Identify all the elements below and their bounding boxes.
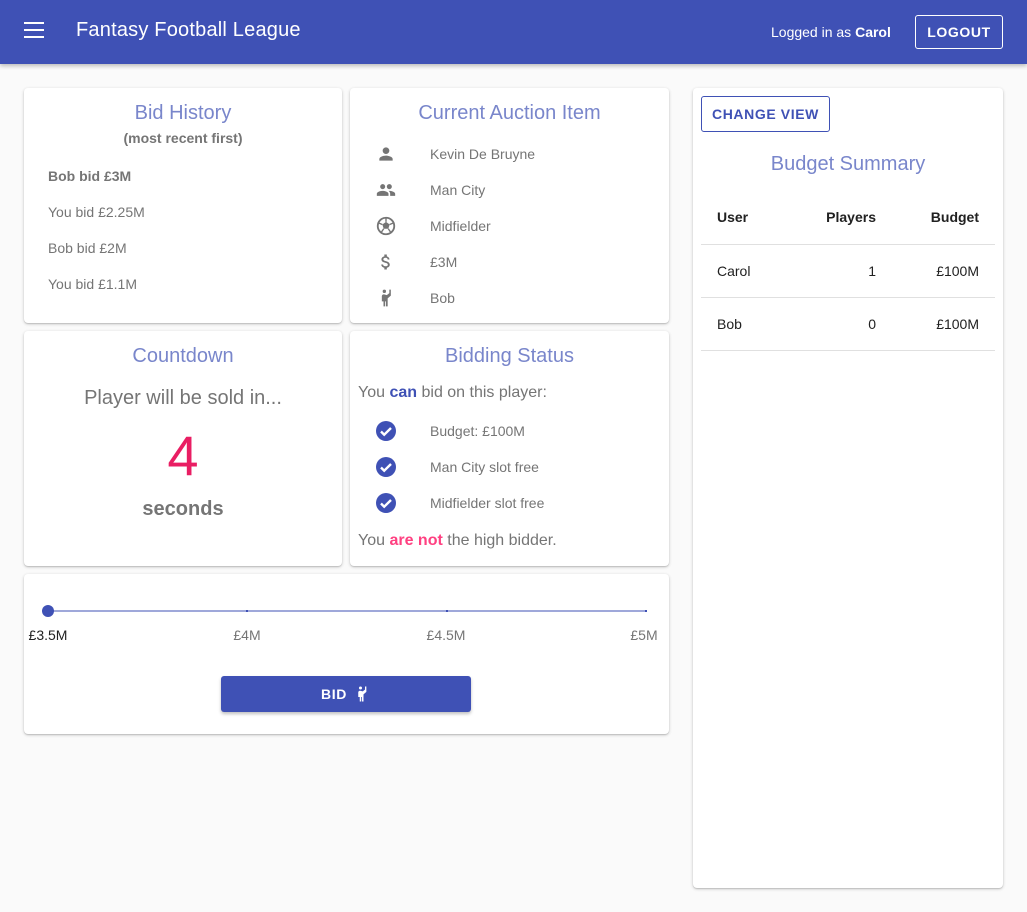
check-position-slot-text: Midfielder slot free [430,495,545,511]
cell-user: Carol [717,263,751,279]
bid-button-label: BID [321,686,347,702]
auction-item-bidder-name: Bob [430,290,455,306]
bid-button[interactable]: BID [221,676,471,712]
group-icon [372,178,400,202]
bid-slider-label[interactable]: £3.5M [29,627,68,643]
bid-history-card: Bid History (most recent first) Bob bid … [24,88,342,323]
check-budget-text: Budget: £100M [430,423,525,439]
cell-players: 1 [868,263,876,279]
eligibility-rest: bid on this player: [421,384,547,401]
auction-item-card: Current Auction Item Kevin De Bruyne Man… [350,88,669,323]
eligibility-you: You [358,384,385,401]
budget-summary-title: Budget Summary [770,153,926,175]
eligibility-can: can [389,384,418,401]
person-icon [372,142,400,166]
bid-slider-tick [645,610,647,612]
bid-slider-label[interactable]: £5M [630,627,657,643]
bid-slider-thumb[interactable] [42,605,54,617]
app-bar: Fantasy Football League Logged in as Car… [0,0,1027,64]
high-bidder-text: You are not the high bidder. [358,532,557,550]
bid-history-title: Bid History [134,102,232,124]
budget-table-header: User Players Budget [701,190,995,245]
bid-slider-track[interactable] [48,610,646,612]
countdown-title: Countdown [132,345,234,367]
bid-slider-tick [246,610,248,612]
high-bidder-rest: the high bidder. [447,532,557,549]
logged-in-status: Logged in as Carol [771,24,891,40]
app-title: Fantasy Football League [76,19,301,41]
check-circle-icon [376,493,396,513]
logout-button[interactable]: LOGOUT [915,15,1003,49]
bidding-status-card: Bidding Status You can bid on this playe… [350,331,669,566]
auction-item-title: Current Auction Item [418,102,601,124]
column-header-players: Players [826,209,876,225]
bid-slider-tick [446,610,448,612]
auction-item-team-name: Man City [430,182,486,198]
auction-item-position-name: Midfielder [430,218,491,234]
check-circle-icon [376,421,396,441]
table-row: Carol 1 £100M [701,245,995,298]
bidding-eligibility-text: You can bid on this player: [358,384,547,402]
check-team-slot-text: Man City slot free [430,459,539,475]
auction-item-team: Man City [372,178,485,202]
bidding-status-title: Bidding Status [445,345,574,367]
budget-table: User Players Budget Carol 1 £100M Bob 0 … [701,190,995,351]
hand-raised-icon [372,286,400,310]
auction-item-player-name: Kevin De Bruyne [430,146,536,162]
budget-summary-card: CHANGE VIEW Budget Summary User Players … [693,88,1003,888]
high-bidder-you: You [358,532,385,549]
countdown-suffix: seconds [142,498,224,520]
check-circle-icon [376,457,396,477]
column-header-user: User [717,209,749,225]
bid-slider-card: £3.5M £4M £4.5M £5M BID [24,574,669,734]
hand-raised-icon [358,686,367,702]
logged-in-prefix: Logged in as [771,24,852,40]
countdown-card: Countdown Player will be sold in... 4 se… [24,331,342,566]
change-view-button[interactable]: CHANGE VIEW [701,96,830,132]
high-bidder-are-not: are not [389,532,443,549]
column-header-budget: Budget [930,209,979,225]
table-row: Bob 0 £100M [701,298,995,351]
auction-item-player: Kevin De Bruyne [372,142,535,166]
bid-history-entry: You bid £1.1M [48,276,137,292]
cell-user: Bob [717,316,742,332]
countdown-prefix: Player will be sold in... [84,387,282,409]
auction-item-price-value: £3M [430,254,458,270]
username: Carol [855,24,891,40]
bid-history-entry: Bob bid £3M [48,168,132,184]
soccer-ball-icon [372,214,400,238]
bid-history-entry: You bid £2.25M [48,204,145,220]
auction-item-price: £3M [372,250,457,274]
cell-players: 0 [868,316,876,332]
bid-history-subtitle: (most recent first) [123,130,243,146]
menu-icon[interactable] [24,22,46,42]
bid-history-entry: Bob bid £2M [48,240,127,256]
countdown-value: 4 [167,424,199,487]
bid-slider-label[interactable]: £4M [233,627,260,643]
auction-item-high-bidder: Bob [372,286,455,310]
dollar-icon [372,250,400,274]
cell-budget: £100M [936,263,979,279]
cell-budget: £100M [936,316,979,332]
auction-item-position: Midfielder [372,214,491,238]
bid-slider-label[interactable]: £4.5M [427,627,466,643]
